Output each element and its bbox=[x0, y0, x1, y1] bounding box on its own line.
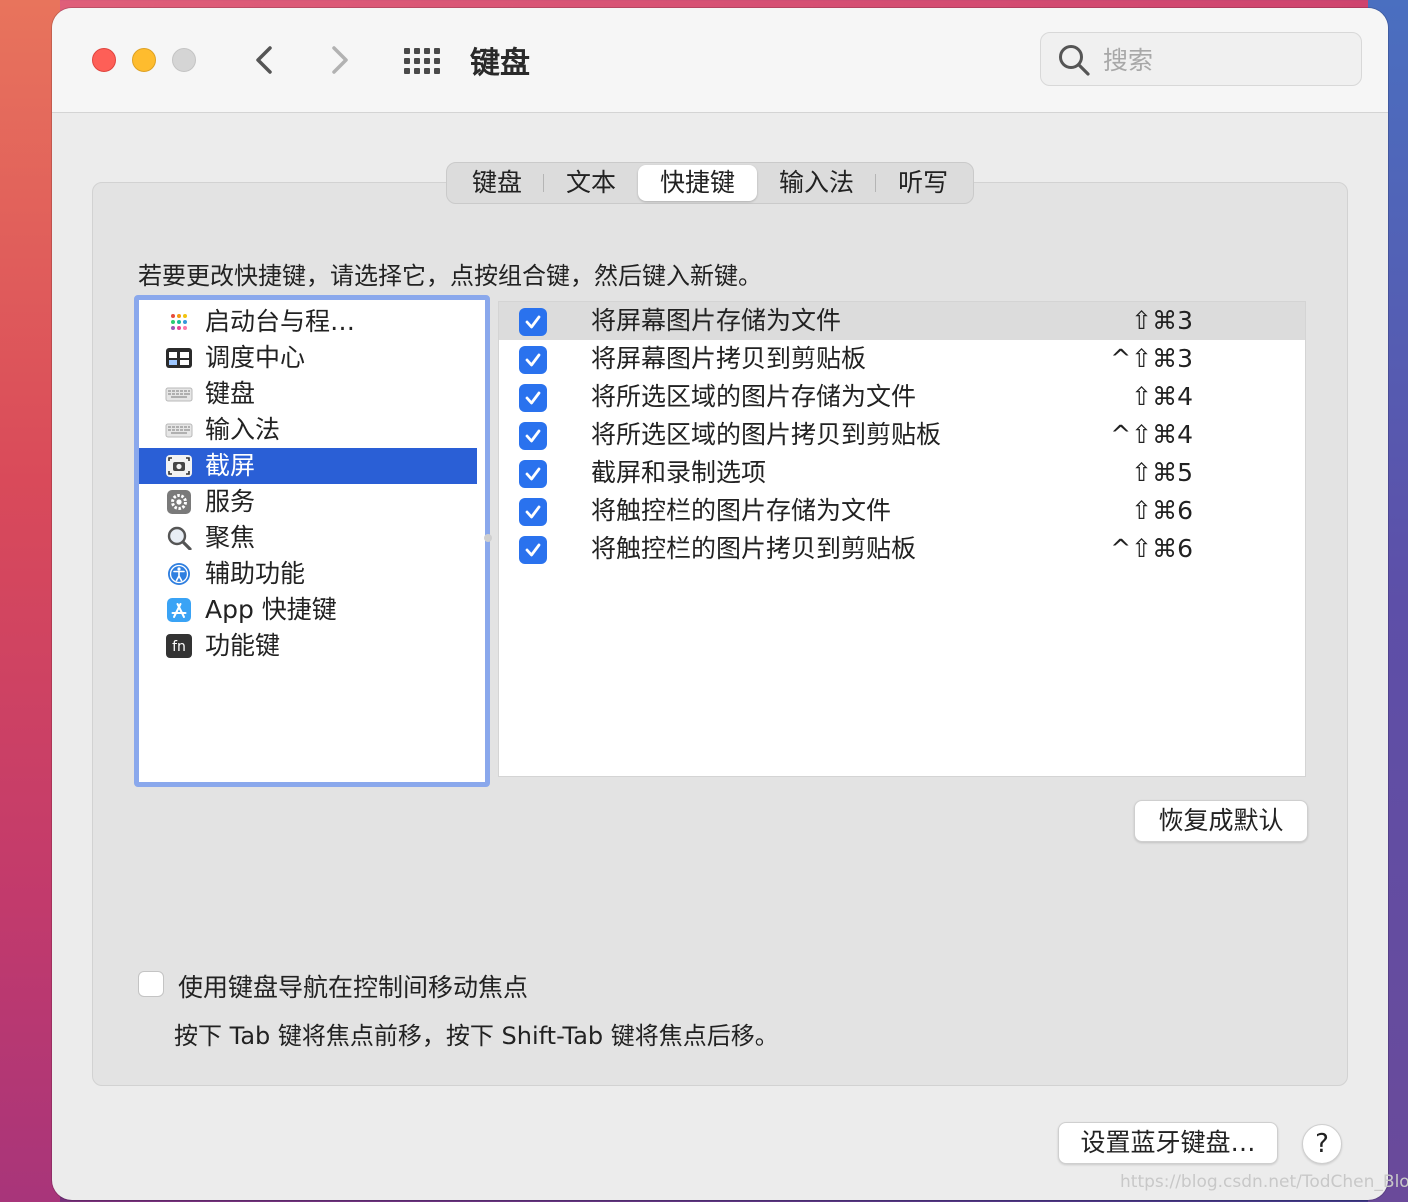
shortcut-label: 将所选区域的图片存储为文件 bbox=[591, 382, 917, 411]
category-services[interactable]: 服务 bbox=[139, 484, 477, 520]
category-launchpad[interactable]: 启动台与程… bbox=[139, 304, 477, 340]
setup-bluetooth-keyboard-button[interactable]: 设置蓝牙键盘… bbox=[1058, 1122, 1278, 1164]
show-all-button[interactable] bbox=[402, 46, 442, 76]
shortcut-label: 将屏幕图片拷贝到剪贴板 bbox=[591, 344, 867, 373]
shortcut-label: 截屏和录制选项 bbox=[591, 458, 767, 487]
category-label: 辅助功能 bbox=[205, 559, 306, 588]
shortcut-row[interactable]: 将所选区域的图片拷贝到剪贴板 ^⇧⌘4 bbox=[499, 416, 1305, 454]
help-button[interactable]: ? bbox=[1302, 1124, 1342, 1164]
tab-shortcuts[interactable]: 快捷键 bbox=[638, 165, 758, 201]
checkmark-icon bbox=[525, 467, 541, 481]
shortcut-keys[interactable]: ⇧⌘4 bbox=[1131, 378, 1193, 416]
spotlight-icon bbox=[167, 526, 192, 550]
tab-bar: 键盘 文本 快捷键 输入法 听写 bbox=[446, 162, 975, 204]
checkmark-icon bbox=[525, 429, 541, 443]
shortcut-label: 将触控栏的图片存储为文件 bbox=[591, 496, 892, 525]
checkmark-icon bbox=[525, 505, 541, 519]
shortcut-row[interactable]: 将屏幕图片存储为文件 ⇧⌘3 bbox=[499, 302, 1305, 340]
shortcut-label: 将屏幕图片存储为文件 bbox=[591, 306, 842, 335]
shortcut-checkbox[interactable] bbox=[519, 346, 547, 374]
tab-dictation[interactable]: 听写 bbox=[876, 165, 970, 201]
desktop-wallpaper-left bbox=[0, 0, 60, 1202]
launchpad-icon bbox=[171, 314, 187, 330]
tab-input-sources[interactable]: 输入法 bbox=[757, 165, 877, 201]
shortcut-keys[interactable]: ^⇧⌘4 bbox=[1110, 416, 1193, 454]
category-function-keys[interactable]: fn 功能键 bbox=[139, 628, 477, 664]
shortcut-checkbox[interactable] bbox=[519, 384, 547, 412]
watermark-text: https://blog.csdn.net/TodChen_Blogger bbox=[1120, 1172, 1408, 1192]
preferences-window: 键盘 键盘 文本 快捷键 输入法 听写 若要更改快捷键，请选择它，点按组合键，然… bbox=[52, 8, 1388, 1200]
chevron-right-icon bbox=[332, 46, 348, 74]
category-label: 键盘 bbox=[205, 379, 256, 408]
shortcut-keys[interactable]: ^⇧⌘3 bbox=[1110, 340, 1193, 378]
keyboard-navigation-hint: 按下 Tab 键将焦点前移，按下 Shift-Tab 键将焦点后移。 bbox=[174, 1022, 779, 1050]
category-label: 输入法 bbox=[205, 415, 281, 444]
category-keyboard[interactable]: 键盘 bbox=[139, 376, 477, 412]
shortcut-checkbox[interactable] bbox=[519, 536, 547, 564]
shortcut-row[interactable]: 将触控栏的图片拷贝到剪贴板 ^⇧⌘6 bbox=[499, 530, 1305, 568]
category-input-sources[interactable]: 输入法 bbox=[139, 412, 477, 448]
shortcut-label: 将所选区域的图片拷贝到剪贴板 bbox=[591, 420, 942, 449]
shortcut-row[interactable]: 截屏和录制选项 ⇧⌘5 bbox=[499, 454, 1305, 492]
minimize-window-button[interactable] bbox=[132, 48, 156, 72]
category-label: 聚焦 bbox=[205, 523, 256, 552]
category-label: 启动台与程… bbox=[205, 307, 356, 336]
svg-text:fn: fn bbox=[172, 639, 186, 655]
category-label: 服务 bbox=[205, 487, 256, 516]
checkmark-icon bbox=[525, 543, 541, 557]
search-icon bbox=[1059, 45, 1090, 76]
split-view-handle[interactable] bbox=[484, 534, 492, 542]
category-app-shortcuts[interactable]: App 快捷键 bbox=[139, 592, 477, 628]
checkmark-icon bbox=[525, 315, 541, 329]
shortcut-checkbox[interactable] bbox=[519, 498, 547, 526]
shortcut-list: 将屏幕图片存储为文件 ⇧⌘3 将屏幕图片拷贝到剪贴板 ^⇧⌘3 将所选区域的图片… bbox=[498, 301, 1306, 777]
keyboard-navigation-checkbox[interactable] bbox=[138, 971, 164, 997]
keyboard-navigation-label: 使用键盘导航在控制间移动焦点 bbox=[178, 973, 529, 1002]
category-label: 截屏 bbox=[205, 451, 256, 480]
shortcut-category-list[interactable]: 启动台与程… 调度中心 键盘 输入法 截屏 服务 聚焦 辅助功能 App 快捷键… bbox=[134, 295, 490, 787]
shortcut-checkbox[interactable] bbox=[519, 308, 547, 336]
category-label: 调度中心 bbox=[205, 343, 306, 372]
zoom-window-button[interactable] bbox=[172, 48, 196, 72]
category-accessibility[interactable]: 辅助功能 bbox=[139, 556, 477, 592]
window-title: 键盘 bbox=[470, 46, 530, 81]
category-screenshots[interactable]: 截屏 bbox=[139, 448, 477, 484]
accessibility-icon bbox=[168, 563, 190, 585]
instruction-text: 若要更改快捷键，请选择它，点按组合键，然后键入新键。 bbox=[138, 262, 762, 290]
shortcut-row[interactable]: 将屏幕图片拷贝到剪贴板 ^⇧⌘3 bbox=[499, 340, 1305, 378]
search-input[interactable] bbox=[1101, 43, 1345, 77]
services-gear-icon bbox=[167, 490, 191, 514]
shortcut-checkbox[interactable] bbox=[519, 422, 547, 450]
title-bar: 键盘 bbox=[52, 8, 1388, 113]
shortcut-row[interactable]: 将所选区域的图片存储为文件 ⇧⌘4 bbox=[499, 378, 1305, 416]
checkmark-icon bbox=[525, 353, 541, 367]
screenshot-icon bbox=[166, 455, 192, 477]
grid-icon bbox=[404, 48, 440, 74]
shortcut-keys[interactable]: ⇧⌘6 bbox=[1131, 492, 1193, 530]
mission-control-icon bbox=[166, 348, 192, 368]
input-source-icon bbox=[165, 423, 193, 438]
tab-text[interactable]: 文本 bbox=[544, 165, 638, 201]
search-field[interactable] bbox=[1040, 32, 1362, 86]
close-window-button[interactable] bbox=[92, 48, 116, 72]
shortcut-keys[interactable]: ⇧⌘3 bbox=[1131, 302, 1193, 340]
shortcut-keys[interactable]: ^⇧⌘6 bbox=[1110, 530, 1193, 568]
category-spotlight[interactable]: 聚焦 bbox=[139, 520, 477, 556]
checkmark-icon bbox=[525, 391, 541, 405]
chevron-left-icon bbox=[256, 46, 272, 74]
category-mission-control[interactable]: 调度中心 bbox=[139, 340, 477, 376]
keyboard-icon bbox=[165, 387, 193, 402]
restore-defaults-button[interactable]: 恢复成默认 bbox=[1134, 800, 1308, 842]
tab-keyboard[interactable]: 键盘 bbox=[450, 165, 545, 201]
shortcut-label: 将触控栏的图片拷贝到剪贴板 bbox=[591, 534, 917, 563]
category-label: App 快捷键 bbox=[205, 595, 337, 624]
shortcut-keys[interactable]: ⇧⌘5 bbox=[1131, 454, 1193, 492]
back-button[interactable] bbox=[248, 38, 284, 82]
category-label: 功能键 bbox=[205, 631, 281, 660]
fn-key-icon: fn bbox=[166, 634, 192, 658]
shortcut-row[interactable]: 将触控栏的图片存储为文件 ⇧⌘6 bbox=[499, 492, 1305, 530]
shortcut-checkbox[interactable] bbox=[519, 460, 547, 488]
forward-button[interactable] bbox=[322, 38, 358, 82]
app-store-icon bbox=[167, 598, 191, 622]
